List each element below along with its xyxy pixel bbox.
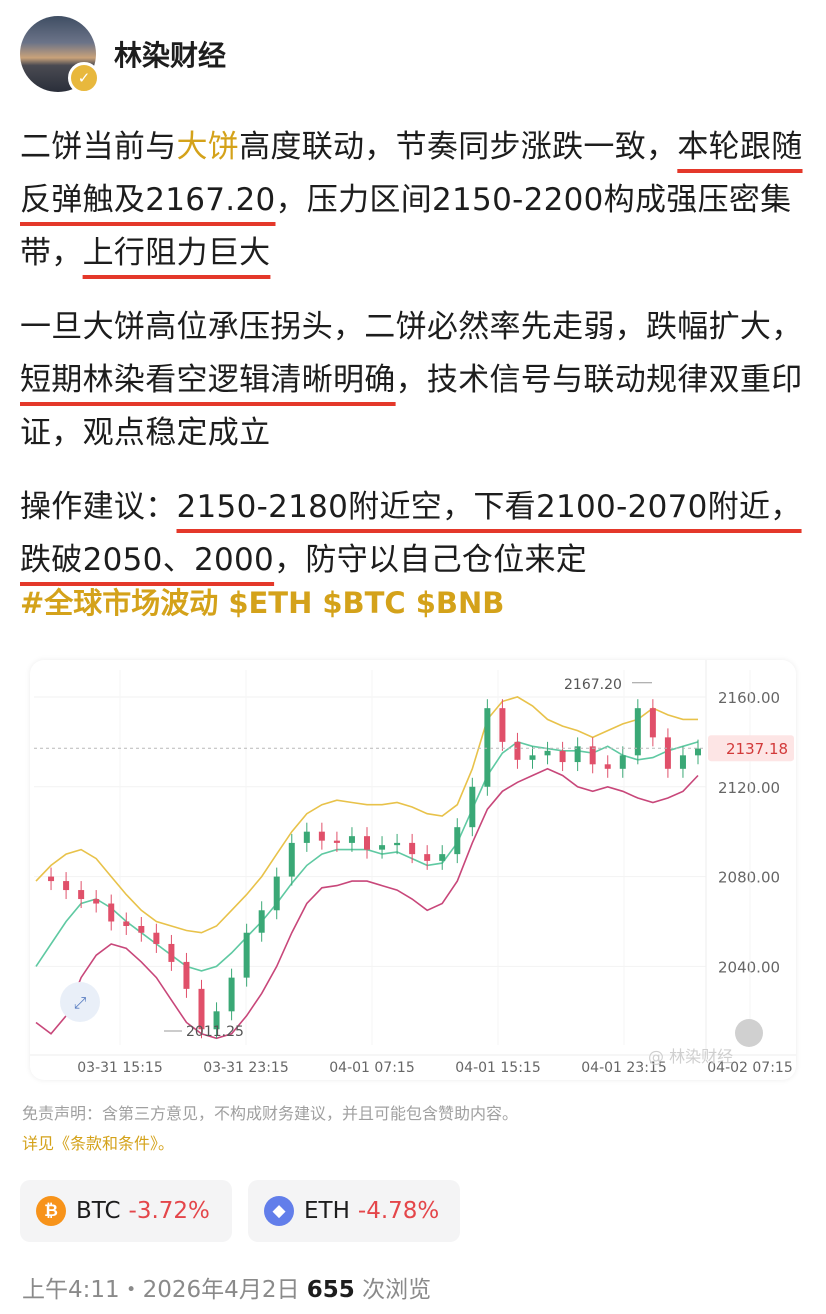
candle-body: [454, 827, 461, 855]
candle-body: [168, 943, 175, 962]
coin-change: -4.78%: [357, 1198, 440, 1224]
candle-body: [153, 932, 160, 944]
cashtag-btc[interactable]: $BTC: [322, 586, 405, 620]
candle-body: [78, 890, 85, 900]
post-paragraph-2: 一旦大饼高位承压拐头，二饼必然率先走弱，跌幅扩大，短期林染看空逻辑清晰明确，技术…: [20, 301, 810, 460]
band-line: [35, 696, 698, 934]
candle-body: [348, 836, 355, 843]
high-price-label: 2167.20: [564, 677, 622, 693]
candle-body: [394, 842, 401, 846]
hashtag-link[interactable]: #全球市场波动: [20, 586, 218, 620]
candle-body: [664, 737, 671, 769]
coin-symbol: ETH: [304, 1198, 350, 1224]
y-tick-label: 2080.00: [718, 869, 780, 887]
bitcoin-icon: ₿: [36, 1196, 66, 1226]
candle-body: [333, 840, 340, 843]
candle-body: [273, 876, 280, 911]
candle-body: [303, 831, 310, 843]
candle-body: [243, 932, 250, 978]
text-segment: 一旦大饼高位承压拐头，二饼必然率先走弱，跌幅扩大，: [20, 309, 803, 345]
candle-body: [604, 764, 611, 769]
candle-body: [123, 921, 130, 926]
candle-body: [484, 708, 491, 787]
expand-arrow-icon: ⤢: [74, 993, 87, 1012]
candle-body: [695, 748, 701, 756]
candle-body: [48, 876, 55, 882]
ethereum-icon: ◆: [264, 1196, 294, 1226]
text-segment: 二饼当前与: [20, 129, 177, 165]
candle-body: [108, 903, 115, 922]
candle-body: [514, 741, 521, 760]
candle-body: [439, 854, 446, 861]
disclaimer-text: 免责声明：含第三方意见，不构成财务建议，并且可能包含赞助内容。: [22, 1104, 519, 1123]
post-paragraph-1: 二饼当前与大饼高度联动，节奏同步涨跌一致，本轮跟随反弹触及2167.20，压力区…: [20, 121, 810, 280]
candle-body: [364, 836, 370, 850]
post-meta: 上午4:11・2026年4月2日 655 次浏览: [22, 1270, 431, 1304]
verified-badge-icon: ✓: [68, 62, 100, 94]
y-tick-label: 2040.00: [718, 958, 780, 976]
candle-body: [544, 750, 551, 756]
current-price-label: 2137.18: [726, 740, 788, 758]
post-time: 上午4:11・2026年4月2日: [22, 1277, 300, 1303]
post-paragraph-3: 操作建议：2150-2180附近空，下看2100-2070附近，跌破2050、2…: [20, 481, 810, 587]
price-chart-card[interactable]: 2040.00 2080.00 2120.00 2160.00 03-31 15:15 0…: [30, 660, 796, 1080]
underlined-text: 短期林染看空逻辑清晰明确: [20, 362, 396, 398]
candle-body: [679, 755, 686, 769]
candle-body: [529, 755, 536, 760]
coin-chip-btc[interactable]: ₿ BTC -3.72%: [20, 1180, 232, 1242]
candle-body: [228, 977, 235, 1012]
y-tick-label: 2160.00: [718, 689, 780, 707]
candle-body: [138, 925, 145, 933]
x-tick-label: 03-31 23:15: [203, 1060, 288, 1076]
view-label: 次浏览: [362, 1277, 432, 1303]
candle-body: [258, 910, 265, 933]
text-segment: 操作建议：: [20, 489, 177, 525]
highlight-text: 大饼: [176, 129, 240, 165]
candle-body: [574, 746, 581, 763]
cashtag-bnb[interactable]: $BNB: [416, 586, 505, 620]
text-segment: ，防守以自己仓位来定: [274, 542, 588, 578]
candle-body: [589, 746, 596, 765]
watermark: @ 林染财经: [648, 1047, 733, 1066]
candle-body: [424, 854, 431, 861]
y-tick-label: 2120.00: [718, 779, 780, 797]
candle-body: [318, 831, 325, 841]
coin-symbol: BTC: [76, 1198, 121, 1224]
author-name[interactable]: 林染财经: [114, 34, 226, 74]
coin-change: -3.72%: [128, 1198, 210, 1224]
candle-body: [469, 786, 476, 828]
candle-body: [288, 842, 295, 877]
coin-chip-eth[interactable]: ◆ ETH -4.78%: [248, 1180, 460, 1242]
x-tick-label: 03-31 15:15: [77, 1060, 162, 1076]
hashtag-row: #全球市场波动 $ETH $BTC $BNB: [20, 580, 514, 622]
candle-body: [499, 708, 506, 742]
x-tick-label: 04-01 15:15: [455, 1060, 540, 1076]
candle-body: [649, 708, 656, 738]
cashtag-eth[interactable]: $ETH: [228, 586, 312, 620]
terms-link[interactable]: 详见《条款和条件》。: [22, 1130, 174, 1154]
brand-logo-icon: [735, 1019, 763, 1047]
candle-body: [93, 899, 100, 904]
candle-body: [63, 881, 70, 891]
underlined-text: 上行阻力巨大: [82, 235, 271, 271]
view-count: 655: [306, 1277, 355, 1303]
x-tick-label: 04-01 07:15: [329, 1060, 414, 1076]
low-price-label: 2011.25: [186, 1024, 244, 1040]
candle-body: [183, 961, 190, 989]
price-chart: 2040.00 2080.00 2120.00 2160.00 03-31 15:15 0…: [30, 660, 796, 1076]
avatar[interactable]: ✓: [20, 16, 100, 94]
text-segment: 高度联动，节奏同步涨跌一致，: [239, 129, 678, 165]
candle-body: [379, 845, 386, 850]
candle-body: [409, 842, 416, 855]
post-header: ✓ 林染财经: [20, 14, 226, 94]
candle-body: [559, 750, 566, 763]
candle-body: [619, 755, 626, 769]
